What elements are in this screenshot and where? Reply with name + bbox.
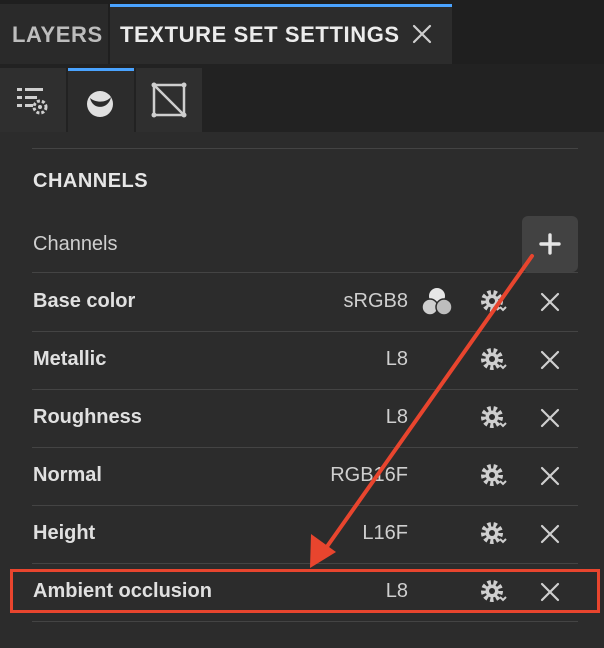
annotation-arrow [310, 254, 534, 568]
